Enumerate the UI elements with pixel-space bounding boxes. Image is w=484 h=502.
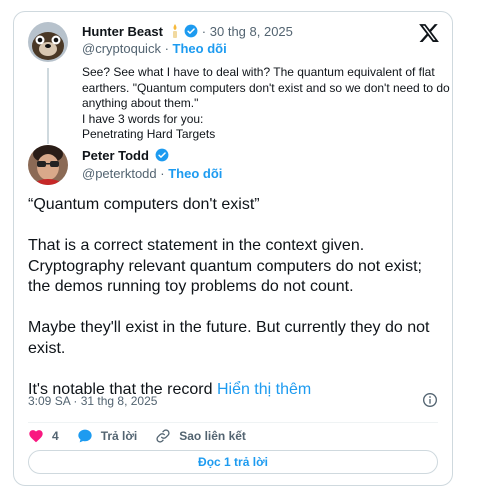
link-icon [156, 429, 170, 443]
read-replies-button[interactable]: Đọc 1 trả lời [28, 450, 438, 474]
like-count: 4 [52, 429, 59, 443]
x-logo-icon[interactable] [418, 22, 440, 44]
follow-button[interactable]: Theo dõi [168, 166, 222, 181]
main-tweet-text: “Quantum computers don't exist” That is … [28, 195, 442, 400]
handle[interactable]: @peterktodd [82, 166, 157, 181]
show-more-link[interactable]: Hiển thị thêm [217, 381, 311, 398]
parent-tweet-text: See? See what I have to deal with? The q… [82, 65, 450, 141]
follow-button[interactable]: Theo dõi [173, 41, 227, 56]
copy-link-button[interactable]: Sao liên kết [155, 428, 246, 444]
divider [28, 422, 438, 423]
like-button[interactable]: 4 [28, 428, 59, 444]
heart-icon [29, 430, 43, 443]
parent-date[interactable]: 30 thg 8, 2025 [210, 24, 293, 39]
author-name[interactable]: Hunter Beast [82, 24, 163, 39]
author-name[interactable]: Peter Todd [82, 148, 149, 163]
info-icon[interactable] [422, 392, 438, 408]
tweet-timestamp[interactable]: 3:09 SA · 31 thg 8, 2025 [28, 394, 157, 408]
avatar-hunter-beast[interactable] [28, 22, 68, 62]
action-bar: 4 Trả lời Sao liên kết [28, 426, 264, 446]
thread-connector-line [47, 68, 49, 144]
reply-button[interactable]: Trả lời [77, 428, 137, 444]
parent-handle-line: @cryptoquick · Theo dõi [82, 41, 227, 56]
verified-badge-icon [155, 148, 168, 162]
parent-author-line: Hunter Beast · 30 thg 8, 2025 [82, 24, 293, 39]
main-author-line: Peter Todd [82, 148, 169, 164]
candle-icon [172, 24, 177, 38]
reply-bubble-icon [78, 429, 92, 443]
embedded-tweet-card: Hunter Beast · 30 thg 8, 2025 @cryptoqui… [13, 11, 453, 486]
handle[interactable]: @cryptoquick [82, 41, 161, 56]
avatar-peter-todd[interactable] [28, 145, 68, 185]
main-handle-line: @peterktodd · Theo dõi [82, 166, 223, 181]
verified-badge-icon [184, 24, 198, 38]
